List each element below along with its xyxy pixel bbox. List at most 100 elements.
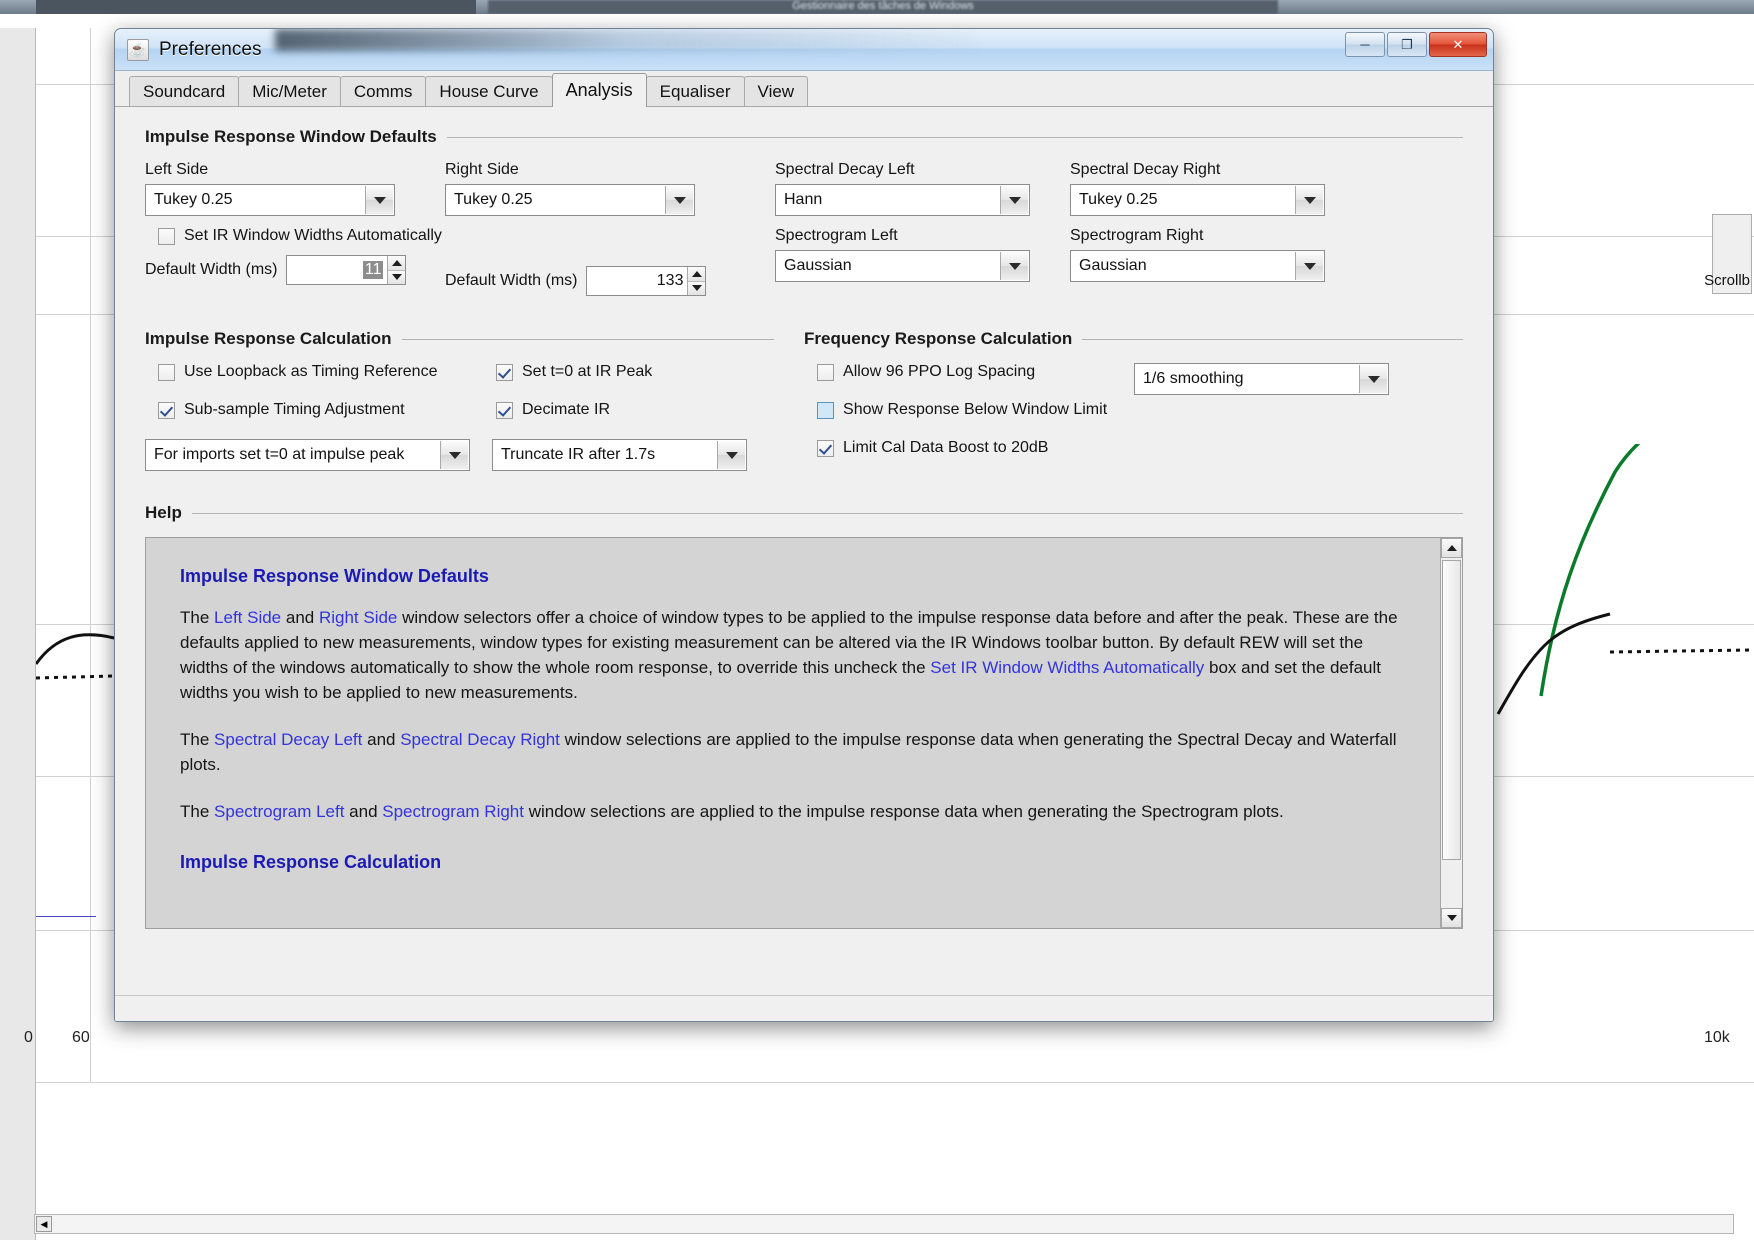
section-help-header: Help — [145, 503, 1463, 523]
maximize-button[interactable]: ❐ — [1387, 32, 1427, 57]
dialog-titlebar[interactable]: ☕ Preferences ─ ❐ ✕ — [115, 29, 1493, 71]
column-spectral-decay-left: Spectral Decay Left Hann Spectrogram Lef… — [775, 161, 1070, 296]
chevron-down-icon[interactable] — [440, 441, 468, 469]
tab-house-curve[interactable]: House Curve — [425, 76, 553, 106]
background-scroll-left-button[interactable]: ◀ — [36, 1216, 52, 1232]
minimize-button[interactable]: ─ — [1345, 32, 1385, 57]
help-link-left-side[interactable]: Left Side — [214, 608, 281, 627]
sub-sample-row[interactable]: Sub-sample Timing Adjustment — [158, 401, 470, 419]
fr-checkbox-column: Allow 96 PPO Log Spacing Show Response B… — [804, 363, 1134, 457]
chevron-down-icon[interactable] — [1295, 252, 1323, 280]
help-p2-b: and — [362, 730, 401, 749]
decimate-ir-checkbox[interactable] — [496, 401, 513, 419]
section-rule — [191, 512, 1463, 514]
use-loopback-checkbox[interactable] — [158, 363, 175, 381]
preferences-tabstrip: Soundcard Mic/Meter Comms House Curve An… — [115, 71, 1493, 107]
help-heading-ir-calculation: Impulse Response Calculation — [180, 852, 442, 872]
smoothing-value: 1/6 smoothing — [1143, 370, 1244, 387]
stepper-buttons[interactable] — [687, 267, 706, 295]
left-side-value: Tukey 0.25 — [154, 191, 233, 208]
stepper-down-icon[interactable] — [388, 270, 406, 284]
tab-mic-meter[interactable]: Mic/Meter — [238, 76, 341, 106]
imports-t0-combo[interactable]: For imports set t=0 at impulse peak — [145, 439, 470, 471]
column-left-side: Left Side Tukey 0.25 Set IR Window Width… — [145, 161, 445, 296]
set-t0-row[interactable]: Set t=0 at IR Peak — [496, 363, 652, 381]
help-p1-a: The — [180, 608, 215, 627]
background-window-1 — [36, 0, 476, 14]
stepper-buttons[interactable] — [387, 256, 406, 284]
help-scrollbar-thumb[interactable] — [1442, 560, 1461, 860]
spectral-decay-right-combo[interactable]: Tukey 0.25 — [1070, 184, 1325, 216]
show-below-window-row[interactable]: Show Response Below Window Limit — [817, 401, 1134, 419]
ir-calculation-checkbox-grid: Use Loopback as Timing Reference Sub-sam… — [145, 363, 774, 419]
tab-analysis[interactable]: Analysis — [551, 73, 647, 107]
section-ir-calculation-header: Impulse Response Calculation — [145, 329, 775, 349]
left-side-label: Left Side — [145, 161, 209, 178]
decimate-ir-row[interactable]: Decimate IR — [496, 401, 652, 419]
help-link-right-side[interactable]: Right Side — [319, 608, 397, 627]
chevron-down-icon[interactable] — [665, 186, 693, 214]
right-side-combo[interactable]: Tukey 0.25 — [445, 184, 695, 216]
allow-96ppo-checkbox[interactable] — [817, 363, 835, 381]
help-link-spectrogram-left[interactable]: Spectrogram Left — [214, 802, 344, 821]
help-scrollbar[interactable] — [1440, 538, 1462, 928]
chevron-down-icon[interactable] — [1359, 365, 1388, 393]
limit-cal-boost-row[interactable]: Limit Cal Data Boost to 20dB — [817, 439, 1134, 457]
show-below-window-checkbox[interactable] — [817, 401, 835, 419]
chevron-down-icon[interactable] — [717, 441, 745, 469]
stepper-up-icon[interactable] — [388, 256, 406, 271]
use-loopback-row[interactable]: Use Loopback as Timing Reference — [158, 363, 470, 381]
spectral-decay-left-combo[interactable]: Hann — [775, 184, 1030, 216]
help-link-spectral-decay-left[interactable]: Spectral Decay Left — [214, 730, 362, 749]
help-link-spectral-decay-right[interactable]: Spectral Decay Right — [400, 730, 560, 749]
help-link-set-ir-window-widths[interactable]: Set IR Window Widths Automatically — [930, 658, 1204, 677]
right-side-value: Tukey 0.25 — [454, 191, 533, 208]
auto-widths-checkbox[interactable] — [158, 227, 175, 245]
smoothing-column: 1/6 smoothing — [1134, 363, 1390, 457]
background-horizontal-scrollbar[interactable] — [34, 1214, 1734, 1234]
chevron-down-icon[interactable] — [1000, 186, 1028, 214]
default-width-left-stepper[interactable]: 11 — [286, 255, 407, 285]
default-width-right-stepper[interactable]: 133 — [586, 266, 707, 296]
set-t0-checkbox[interactable] — [496, 363, 513, 381]
chevron-down-icon[interactable] — [1000, 252, 1028, 280]
chevron-down-icon[interactable] — [1295, 186, 1323, 214]
spectrogram-right-combo[interactable]: Gaussian — [1070, 250, 1325, 282]
spectrogram-left-combo[interactable]: Gaussian — [775, 250, 1030, 282]
allow-96ppo-row[interactable]: Allow 96 PPO Log Spacing — [817, 363, 1134, 381]
stepper-down-icon[interactable] — [688, 281, 706, 295]
decimate-ir-label: Decimate IR — [522, 401, 611, 418]
sub-sample-label: Sub-sample Timing Adjustment — [184, 401, 405, 418]
truncate-ir-combo[interactable]: Truncate IR after 1.7s — [492, 439, 747, 471]
default-width-left-value-wrap[interactable]: 11 — [287, 256, 387, 284]
help-link-spectrogram-right[interactable]: Spectrogram Right — [382, 802, 524, 821]
default-width-right-value[interactable]: 133 — [587, 267, 687, 295]
sub-sample-checkbox[interactable] — [158, 401, 175, 419]
smoothing-combo[interactable]: 1/6 smoothing — [1134, 363, 1390, 395]
left-side-combo[interactable]: Tukey 0.25 — [145, 184, 395, 216]
ir-window-defaults-columns: Left Side Tukey 0.25 Set IR Window Width… — [145, 161, 1463, 296]
default-width-left-value: 11 — [362, 261, 384, 279]
set-t0-label: Set t=0 at IR Peak — [522, 363, 653, 380]
spectrogram-left-value: Gaussian — [784, 257, 852, 274]
scroll-down-icon[interactable] — [1441, 908, 1462, 928]
tab-view[interactable]: View — [743, 76, 809, 106]
help-title: Help — [145, 503, 182, 522]
stepper-up-icon[interactable] — [688, 267, 706, 282]
calculation-sections: Impulse Response Calculation Use Loopbac… — [145, 329, 1463, 471]
section-fr-calculation-header: Frequency Response Calculation — [804, 329, 1463, 349]
default-width-left-row: Default Width (ms) 11 — [145, 255, 445, 285]
tab-equaliser[interactable]: Equaliser — [645, 76, 745, 106]
scroll-up-icon[interactable] — [1441, 538, 1462, 558]
section-title: Frequency Response Calculation — [804, 329, 1073, 348]
auto-widths-row[interactable]: Set IR Window Widths Automatically — [158, 227, 445, 245]
limit-cal-boost-checkbox[interactable] — [817, 439, 835, 457]
close-button[interactable]: ✕ — [1429, 32, 1487, 57]
tab-comms[interactable]: Comms — [339, 76, 427, 106]
dialog-bottom-bar — [115, 995, 1493, 1021]
tab-soundcard[interactable]: Soundcard — [129, 76, 240, 106]
help-content: Impulse Response Window Defaults The Lef… — [146, 538, 1440, 873]
ir-calc-col-1: Use Loopback as Timing Reference Sub-sam… — [145, 363, 470, 419]
chevron-down-icon[interactable] — [365, 186, 393, 214]
chart-gridline — [36, 1082, 1754, 1083]
